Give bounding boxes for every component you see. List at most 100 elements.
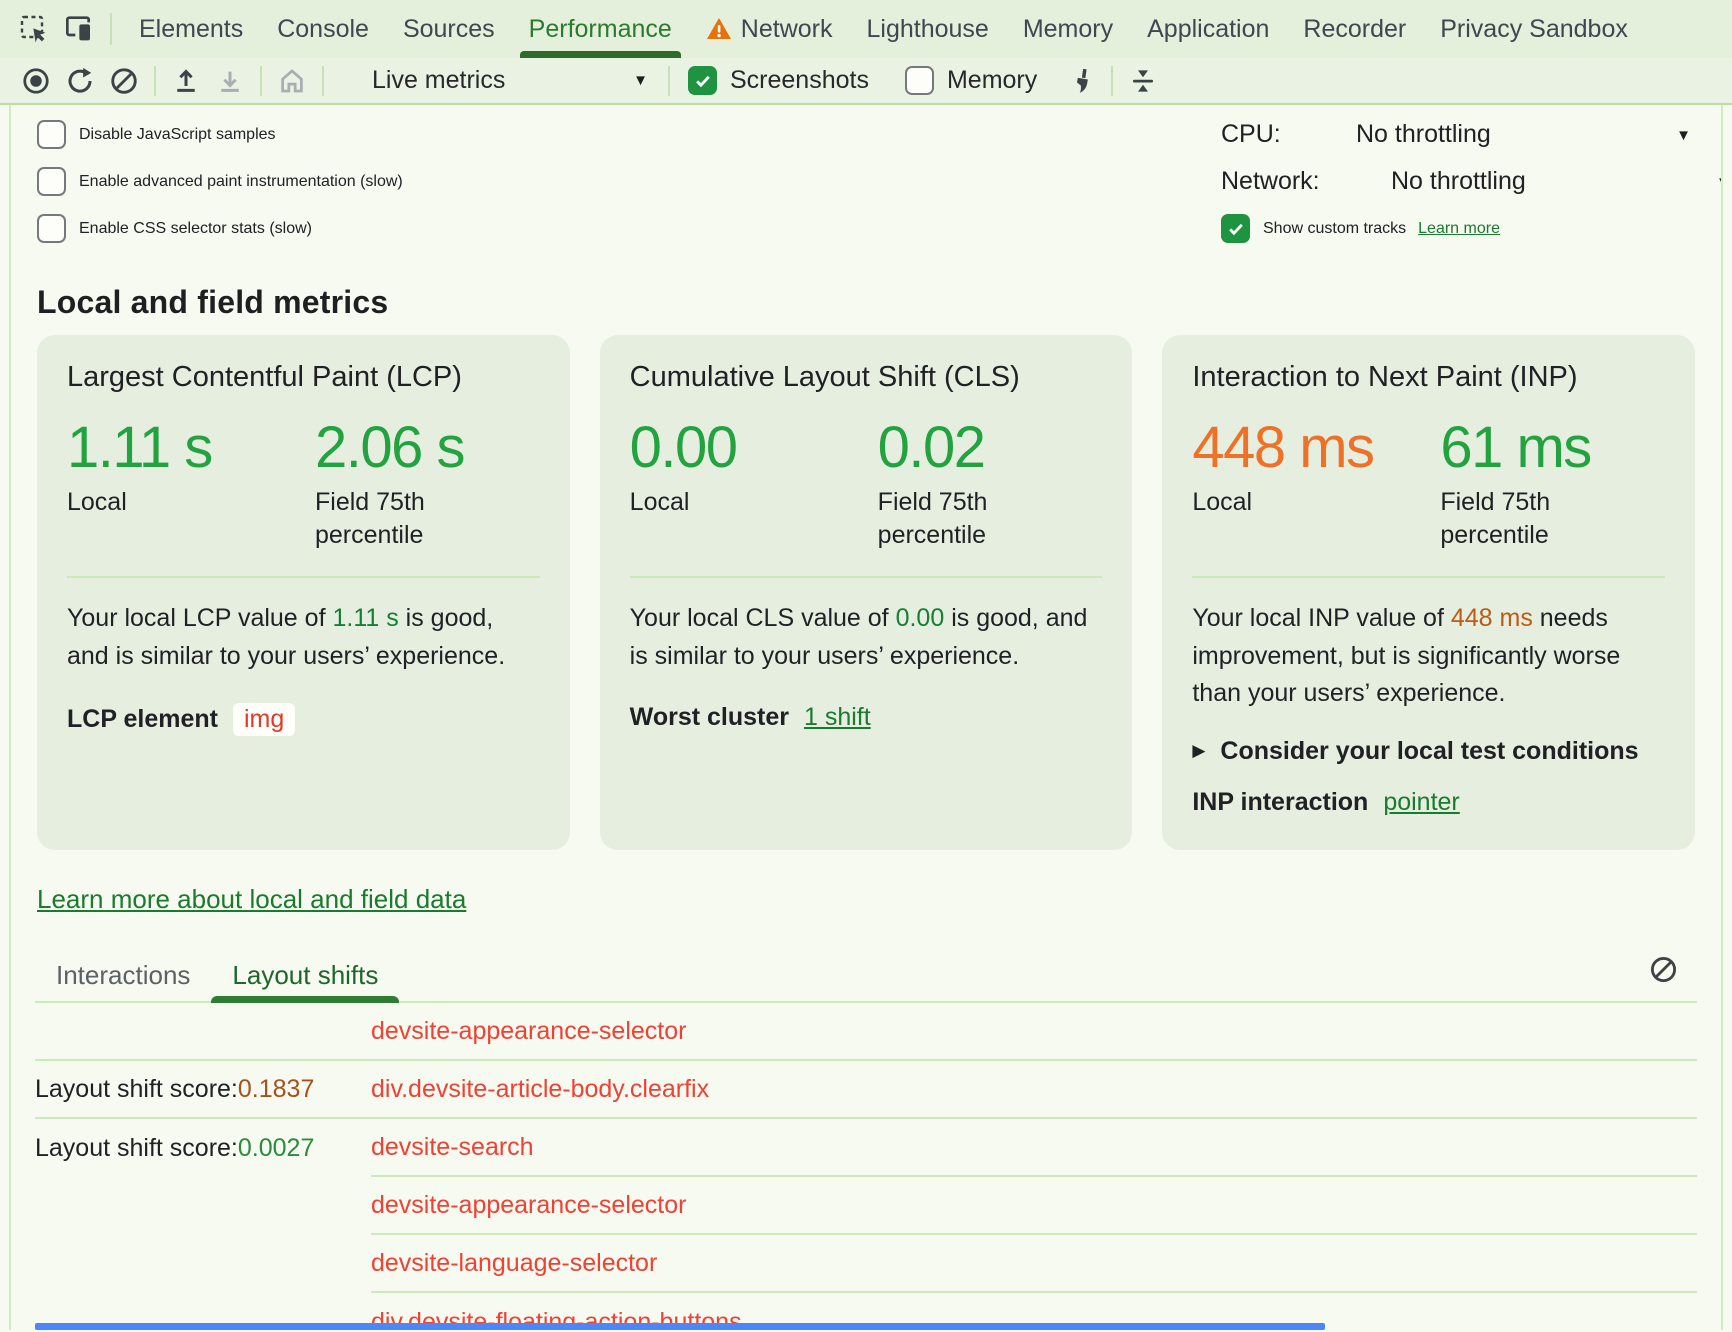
- history-dropdown[interactable]: Live metrics ▼: [360, 66, 660, 95]
- inp-local-value: 448 ms: [1192, 418, 1440, 477]
- cls-field-label: Field 75th percentile: [878, 486, 1043, 552]
- clear-recording-button[interactable]: [102, 61, 146, 101]
- tab-layout-shifts[interactable]: Layout shifts: [211, 949, 399, 1001]
- setting-row: Enable CSS selector stats (slow): [37, 205, 1221, 252]
- shift-score-cell: [35, 1177, 371, 1235]
- shift-element-node-link[interactable]: devsite-appearance-selector: [371, 1017, 686, 1046]
- tab-lighthouse[interactable]: Lighthouse: [849, 0, 1005, 58]
- shift-element-node-link[interactable]: div.devsite-article-body.clearfix: [371, 1075, 709, 1104]
- lcp-card: Largest Contentful Paint (LCP) 1.11 s Lo…: [37, 335, 570, 850]
- record-button[interactable]: [14, 61, 58, 101]
- screenshots-checkbox[interactable]: [688, 66, 717, 95]
- live-metrics-home-button[interactable]: [270, 61, 314, 101]
- history-dropdown-value: Live metrics: [372, 66, 505, 95]
- device-toolbar-button[interactable]: [56, 0, 100, 58]
- worst-cluster-link[interactable]: 1 shift: [804, 703, 871, 732]
- css-selector-stats-checkbox[interactable]: [37, 214, 66, 243]
- chevron-down-icon[interactable]: ▼: [1676, 127, 1691, 144]
- metric-cards: Largest Contentful Paint (LCP) 1.11 s Lo…: [37, 335, 1695, 850]
- card-divider: [67, 576, 540, 578]
- network-throttling-select[interactable]: No throttling: [1391, 167, 1526, 196]
- block-icon: [109, 66, 139, 96]
- tabbar-separator: [110, 13, 112, 45]
- card-divider: [630, 576, 1103, 578]
- cls-card-title: Cumulative Layout Shift (CLS): [630, 361, 1103, 394]
- performance-toolbar: Live metrics ▼ Screenshots Memory: [0, 58, 1732, 105]
- inp-interaction-link[interactable]: pointer: [1383, 788, 1459, 817]
- chevron-down-icon: ▼: [633, 72, 648, 89]
- layout-shift-row: devsite-appearance-selector: [35, 1003, 1697, 1061]
- inspect-element-button[interactable]: [12, 0, 56, 58]
- tab-network[interactable]: Network: [689, 0, 850, 58]
- lcp-local-label: Local: [67, 486, 232, 519]
- collapse-panel-button[interactable]: [1121, 61, 1165, 101]
- inp-card-title: Interaction to Next Paint (INP): [1192, 361, 1665, 394]
- shift-element-cell: devsite-appearance-selector: [371, 1177, 1697, 1235]
- reload-icon: [65, 66, 95, 96]
- devtools-tabbar: Elements Console Sources Performance Net…: [0, 0, 1732, 58]
- inp-values: 448 ms Local 61 ms Field 75th percentile: [1192, 418, 1665, 552]
- shift-element-node-link[interactable]: devsite-appearance-selector: [371, 1191, 686, 1220]
- setting-label: Enable CSS selector stats (slow): [79, 220, 312, 238]
- live-metrics-pane: Disable JavaScript samples Enable advanc…: [9, 105, 1723, 1330]
- tab-recorder[interactable]: Recorder: [1286, 0, 1423, 58]
- tab-application[interactable]: Application: [1130, 0, 1286, 58]
- tab-console[interactable]: Console: [260, 0, 386, 58]
- tab-performance[interactable]: Performance: [512, 0, 689, 58]
- local-field-data-learn-more-link[interactable]: Learn more about local and field data: [37, 884, 466, 915]
- lcp-element-row: LCP element img: [67, 703, 540, 736]
- memory-checkbox[interactable]: [905, 66, 934, 95]
- toolbar-separator: [668, 66, 670, 96]
- tab-label: Recorder: [1303, 15, 1406, 44]
- tab-interactions[interactable]: Interactions: [35, 949, 211, 1001]
- show-custom-tracks-checkbox[interactable]: [1221, 214, 1250, 243]
- network-label: Network:: [1221, 167, 1391, 196]
- lcp-local-value: 1.11 s: [67, 418, 315, 477]
- lcp-field-value: 2.06 s: [315, 418, 480, 477]
- lcp-element-label: LCP element: [67, 705, 218, 734]
- advanced-paint-checkbox[interactable]: [37, 167, 66, 196]
- memory-label: Memory: [947, 66, 1037, 95]
- chevron-down-icon[interactable]: ▼: [1716, 174, 1723, 191]
- setting-row: Disable JavaScript samples: [37, 111, 1221, 158]
- throttling-settings: CPU: No throttling ▼ Network: No throttl…: [1221, 111, 1721, 252]
- card-divider: [1192, 576, 1665, 578]
- setting-label: Enable advanced paint instrumentation (s…: [79, 173, 403, 191]
- cpu-label: CPU:: [1221, 120, 1356, 149]
- shift-element-node-link[interactable]: devsite-language-selector: [371, 1249, 657, 1278]
- disable-js-samples-checkbox[interactable]: [37, 120, 66, 149]
- horizontal-scrollbar[interactable]: [35, 1323, 1325, 1330]
- network-throttling-row: Network: No throttling ▼: [1221, 158, 1721, 205]
- lcp-card-title: Largest Contentful Paint (LCP): [67, 361, 540, 394]
- record-and-reload-button[interactable]: [58, 61, 102, 101]
- shift-element-cell: div.devsite-article-body.clearfix: [371, 1061, 1697, 1117]
- custom-tracks-learn-more-link[interactable]: Learn more: [1418, 220, 1500, 238]
- cpu-throttling-select[interactable]: No throttling: [1356, 120, 1491, 149]
- save-profile-button[interactable]: [208, 61, 252, 101]
- tab-label: Performance: [529, 15, 672, 44]
- local-field-metrics-heading: Local and field metrics: [37, 284, 1721, 321]
- shift-score-cell: Layout shift score: 0.1837: [35, 1061, 371, 1117]
- inp-field-label: Field 75th percentile: [1440, 486, 1605, 552]
- cpu-throttling-row: CPU: No throttling ▼: [1221, 111, 1721, 158]
- local-test-conditions-disclosure[interactable]: ▶ Consider your local test conditions: [1192, 737, 1665, 766]
- shift-score-cell: [35, 1235, 371, 1293]
- tab-sources[interactable]: Sources: [386, 0, 512, 58]
- load-profile-button[interactable]: [164, 61, 208, 101]
- disclosure-label: Consider your local test conditions: [1220, 737, 1638, 766]
- inspect-cursor-icon: [18, 13, 50, 45]
- inp-card: Interaction to Next Paint (INP) 448 ms L…: [1162, 335, 1695, 850]
- tab-label: Interactions: [56, 960, 190, 991]
- tab-elements[interactable]: Elements: [122, 0, 260, 58]
- clear-log-button[interactable]: [1648, 954, 1679, 985]
- collect-garbage-button[interactable]: [1059, 61, 1103, 101]
- logs-tabbar: Interactions Layout shifts: [35, 949, 1697, 1003]
- selected-tab-underline: [520, 51, 681, 58]
- shift-element-cell: devsite-search: [371, 1119, 1697, 1177]
- cls-values: 0.00 Local 0.02 Field 75th percentile: [630, 418, 1103, 552]
- lcp-element-node-link[interactable]: img: [233, 703, 295, 736]
- tab-memory[interactable]: Memory: [1006, 0, 1130, 58]
- screenshots-toggle: Screenshots: [688, 66, 869, 95]
- shift-element-node-link[interactable]: devsite-search: [371, 1133, 534, 1162]
- tab-privacy-sandbox[interactable]: Privacy Sandbox: [1423, 0, 1645, 58]
